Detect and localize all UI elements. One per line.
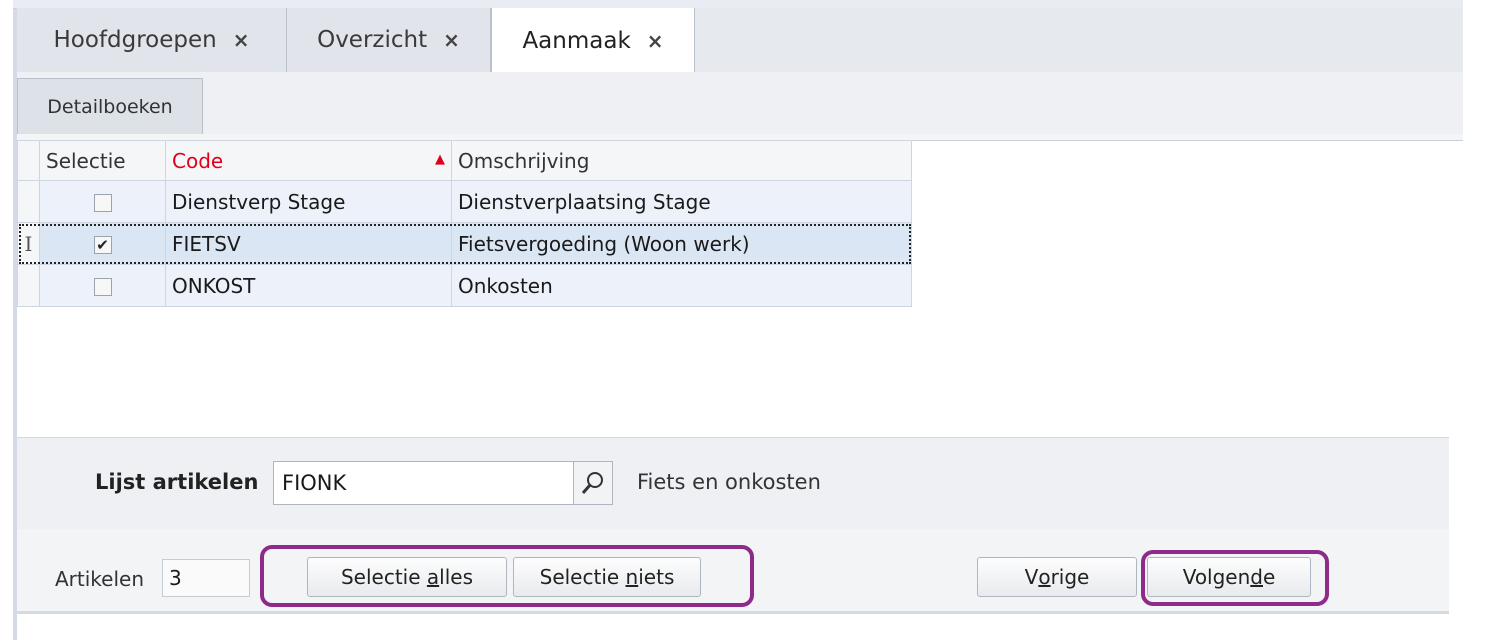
row-indicator <box>17 264 40 307</box>
close-icon[interactable]: × <box>647 29 664 53</box>
button-label: iets <box>638 565 675 589</box>
button-accelerator: a <box>426 565 440 589</box>
column-header-code[interactable]: Code ▲ <box>165 140 452 181</box>
close-icon[interactable]: × <box>233 28 250 52</box>
search-button[interactable] <box>573 461 613 505</box>
selectie-cell[interactable] <box>39 264 166 307</box>
tab-detailboeken[interactable]: Detailboeken <box>17 78 203 134</box>
code-cell[interactable]: ONKOST <box>165 264 452 307</box>
tab-label: Aanmaak <box>522 27 631 54</box>
row-indicator-header <box>17 140 40 181</box>
tab-hoofdgroepen[interactable]: Hoofdgroepen × <box>17 8 287 72</box>
lijst-artikelen-label: Lijst artikelen <box>95 470 259 494</box>
selectie-checkbox[interactable] <box>93 194 112 212</box>
document-tab-strip: Hoofdgroepen × Overzicht × Aanmaak × <box>17 8 1463 73</box>
column-header-selectie[interactable]: Selectie <box>39 140 166 181</box>
omschrijving-cell[interactable]: Dienstverplaatsing Stage <box>451 180 912 223</box>
tab-aanmaak[interactable]: Aanmaak × <box>491 8 695 73</box>
lijst-artikelen-description: Fiets en onkosten <box>637 470 821 494</box>
button-label: lles <box>439 565 474 589</box>
column-header-label: Code <box>172 148 224 173</box>
artikelen-label: Artikelen <box>55 567 145 591</box>
omschrijving-cell[interactable]: Fietsvergoeding (Woon werk) <box>451 222 912 265</box>
footer-bar: Artikelen 3 Selectie a lles Selectie n iet… <box>17 529 1449 614</box>
table-row[interactable]: Dienstverp Stage Dienstverplaatsing Stag… <box>17 180 912 223</box>
button-label: V <box>1024 565 1039 589</box>
selectie-checkbox-checked[interactable]: ✔ <box>93 236 112 254</box>
lijst-artikelen-input[interactable]: FIONK <box>273 461 613 505</box>
button-label: Selectie <box>340 565 427 589</box>
volgende-button[interactable]: Volgen d e <box>1147 557 1311 597</box>
button-accelerator: d <box>1250 565 1263 589</box>
omschrijving-cell[interactable]: Onkosten <box>451 264 912 307</box>
button-accelerator: n <box>625 565 639 589</box>
selectie-cell[interactable] <box>39 180 166 223</box>
sub-tab-strip: Detailboeken <box>17 72 1463 135</box>
row-indicator <box>17 180 40 223</box>
code-cell[interactable]: Dienstverp Stage <box>165 180 452 223</box>
button-label: Volgen <box>1182 565 1251 589</box>
button-label: Selectie <box>539 565 626 589</box>
column-header-omschrijving[interactable]: Omschrijving <box>451 140 912 181</box>
selectie-niets-button[interactable]: Selectie n iets <box>513 557 701 597</box>
sort-ascending-icon: ▲ <box>435 151 445 167</box>
lijst-artikelen-panel: Lijst artikelen FIONK Fiets en onkosten <box>17 437 1449 531</box>
code-cell[interactable]: FIETSV <box>165 222 452 265</box>
tab-overzicht[interactable]: Overzicht × <box>287 8 491 72</box>
vorige-button[interactable]: Vo rige <box>977 557 1137 597</box>
search-icon <box>581 472 603 494</box>
grid-header-row: Selectie Code ▲ Omschrijving <box>17 140 912 181</box>
table-row[interactable]: ONKOST Onkosten <box>17 264 912 307</box>
button-accelerator: o <box>1038 565 1051 589</box>
artikelen-count: 3 <box>162 559 250 597</box>
button-label: rige <box>1050 565 1090 589</box>
close-icon[interactable]: × <box>443 28 460 52</box>
selectie-cell[interactable]: ✔ <box>39 222 166 265</box>
tab-label: Hoofdgroepen <box>53 27 217 53</box>
article-grid: Selectie Code ▲ Omschrijving Dienstverp … <box>17 140 912 307</box>
button-label: e <box>1263 565 1276 589</box>
selectie-checkbox[interactable] <box>93 278 112 296</box>
selectie-alles-button[interactable]: Selectie a lles <box>307 557 507 597</box>
tab-label: Overzicht <box>317 27 428 53</box>
text-cursor-icon: I <box>17 222 40 265</box>
table-row-current[interactable]: I ✔ FIETSV Fietsvergoeding (Woon werk) <box>17 222 912 265</box>
